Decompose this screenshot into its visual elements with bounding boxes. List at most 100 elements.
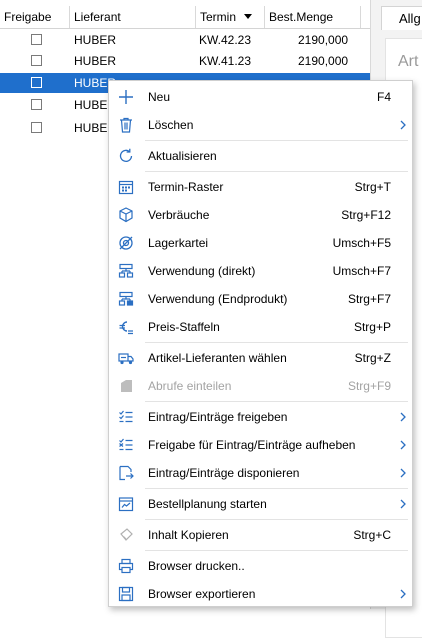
cell-termin: KW.41.23	[199, 54, 252, 68]
submenu-arrow-icon	[400, 468, 406, 478]
menu-separator	[145, 550, 408, 551]
column-header-freigabe[interactable]: Freigabe	[0, 6, 70, 28]
menu-item-shortcut: Strg+Z	[354, 351, 391, 365]
menu-item-label: Verwendung (direkt)	[148, 264, 256, 278]
menu-item-termin-raster[interactable]: Termin-Raster Strg+T	[109, 173, 412, 201]
abrufe-icon	[121, 380, 132, 392]
checklist-icon	[119, 410, 133, 423]
menu-item-eintraege-disponieren[interactable]: Eintrag/Einträge disponieren	[109, 459, 412, 487]
column-header-lieferant[interactable]: Lieferant	[70, 6, 196, 28]
menu-item-artikel-lieferanten[interactable]: Artikel-Lieferanten wählen Strg+Z	[109, 344, 412, 372]
submenu-arrow-icon	[400, 412, 406, 422]
dispose-icon	[119, 465, 134, 481]
freigabe-checkbox[interactable]	[31, 122, 42, 133]
tab-allgemein[interactable]: Allg	[381, 6, 422, 30]
sort-descending-icon	[244, 14, 252, 19]
menu-item-label: Inhalt Kopieren	[148, 528, 229, 542]
menu-item-freigabe-aufheben[interactable]: Freigabe für Eintrag/Einträge aufheben	[109, 431, 412, 459]
menu-item-label: Artikel-Lieferanten wählen	[148, 351, 287, 365]
submenu-arrow-icon	[400, 440, 406, 450]
menu-item-verwendung-direkt[interactable]: Verwendung (direkt) Umsch+F7	[109, 257, 412, 285]
table-row[interactable]: HUBER KW.42.23 2190,000	[0, 30, 370, 50]
order-planning-icon	[118, 497, 134, 512]
menu-item-preis-staffeln[interactable]: Preis-Staffeln Strg+P	[109, 313, 412, 341]
menu-item-shortcut: Strg+F12	[341, 208, 391, 222]
checklist-cancel-icon	[119, 438, 133, 451]
menu-item-inhalt-kopieren[interactable]: Inhalt Kopieren Strg+C	[109, 521, 412, 549]
print-icon	[118, 558, 134, 574]
refresh-icon	[119, 148, 133, 162]
menu-item-shortcut: Umsch+F5	[332, 236, 391, 250]
menu-separator	[145, 342, 408, 343]
menu-item-label: Preis-Staffeln	[148, 320, 220, 334]
freigabe-checkbox[interactable]	[31, 34, 42, 45]
menu-item-abrufe-einteilen: Abrufe einteilen Strg+F9	[109, 372, 412, 400]
menu-item-label: Bestellplanung starten	[148, 497, 267, 511]
menu-item-label: Freigabe für Eintrag/Einträge aufheben	[148, 438, 356, 452]
menu-item-browser-exportieren[interactable]: Browser exportieren	[109, 580, 412, 608]
menu-item-bestellplanung-starten[interactable]: Bestellplanung starten	[109, 490, 412, 518]
column-header-termin-label: Termin	[200, 10, 237, 24]
plus-icon	[119, 90, 133, 104]
menu-item-shortcut: Strg+T	[354, 180, 391, 194]
menu-item-label: Eintrag/Einträge freigeben	[148, 410, 288, 424]
menu-item-shortcut: Strg+C	[353, 528, 391, 542]
copy-content-icon	[120, 528, 133, 541]
menu-item-label: Eintrag/Einträge disponieren	[148, 466, 300, 480]
export-icon	[118, 586, 134, 602]
menu-item-label: Lagerkartei	[148, 236, 209, 250]
menu-item-label: Termin-Raster	[148, 180, 224, 194]
tree-direct-icon	[118, 263, 134, 278]
menu-item-shortcut: Strg+F9	[347, 379, 391, 393]
menu-item-loeschen[interactable]: Löschen	[109, 111, 412, 139]
menu-separator	[145, 140, 408, 141]
menu-item-label: Browser drucken..	[148, 559, 245, 573]
submenu-arrow-icon	[400, 499, 406, 509]
menu-item-verbraeuche[interactable]: Verbräuche Strg+F12	[109, 201, 412, 229]
cell-best-menge: 2190,000	[298, 33, 349, 47]
menu-item-neu[interactable]: Neu F4	[109, 83, 412, 111]
menu-item-label: Neu	[148, 90, 171, 104]
menu-separator	[145, 171, 408, 172]
menu-item-shortcut: Umsch+F7	[332, 264, 391, 278]
menu-item-label: Löschen	[148, 118, 194, 132]
delivery-truck-icon	[118, 353, 134, 365]
menu-item-label: Browser exportieren	[148, 587, 256, 601]
table-row[interactable]: HUBER KW.41.23 2190,000	[0, 51, 370, 71]
submenu-arrow-icon	[400, 589, 406, 599]
menu-item-label: Aktualisieren	[148, 149, 217, 163]
menu-item-browser-drucken[interactable]: Browser drucken..	[109, 552, 412, 580]
context-menu: Neu F4 Löschen Aktualisieren Termin-Rast…	[108, 80, 413, 607]
freigabe-checkbox[interactable]	[31, 55, 42, 66]
calendar-grid-icon	[118, 180, 134, 195]
column-header-best-menge[interactable]: Best.Menge	[265, 6, 361, 28]
menu-item-shortcut: F4	[376, 90, 391, 104]
ring-stock-icon	[119, 236, 133, 250]
menu-item-label: Verbräuche	[148, 208, 210, 222]
euro-tiers-icon	[119, 321, 133, 335]
menu-item-label: Verwendung (Endprodukt)	[148, 292, 288, 306]
cell-termin: KW.42.23	[199, 33, 252, 47]
menu-item-lagerkartei[interactable]: Lagerkartei Umsch+F5	[109, 229, 412, 257]
cell-lieferant: HUBER	[74, 33, 117, 47]
freigabe-checkbox[interactable]	[31, 77, 42, 88]
freigabe-checkbox[interactable]	[31, 99, 42, 110]
menu-item-eintraege-freigeben[interactable]: Eintrag/Einträge freigeben	[109, 403, 412, 431]
cell-lieferant: HUBER	[74, 54, 117, 68]
menu-separator	[145, 488, 408, 489]
trash-icon	[120, 117, 132, 133]
column-header-termin[interactable]: Termin	[196, 6, 265, 28]
tree-end-icon	[118, 291, 134, 306]
detail-group-label: Art	[398, 53, 419, 70]
submenu-arrow-icon	[400, 120, 406, 130]
menu-item-aktualisieren[interactable]: Aktualisieren	[109, 142, 412, 170]
menu-separator	[145, 401, 408, 402]
menu-item-label: Abrufe einteilen	[148, 379, 232, 393]
menu-item-shortcut: Strg+P	[353, 320, 391, 334]
menu-item-verwendung-endprodukt[interactable]: Verwendung (Endprodukt) Strg+F7	[109, 285, 412, 313]
grid-header: Freigabe Lieferant Termin Best.Menge	[0, 6, 370, 29]
cell-best-menge: 2190,000	[298, 54, 349, 68]
cube-icon	[119, 207, 133, 223]
menu-item-shortcut: Strg+F7	[347, 292, 391, 306]
menu-separator	[145, 519, 408, 520]
